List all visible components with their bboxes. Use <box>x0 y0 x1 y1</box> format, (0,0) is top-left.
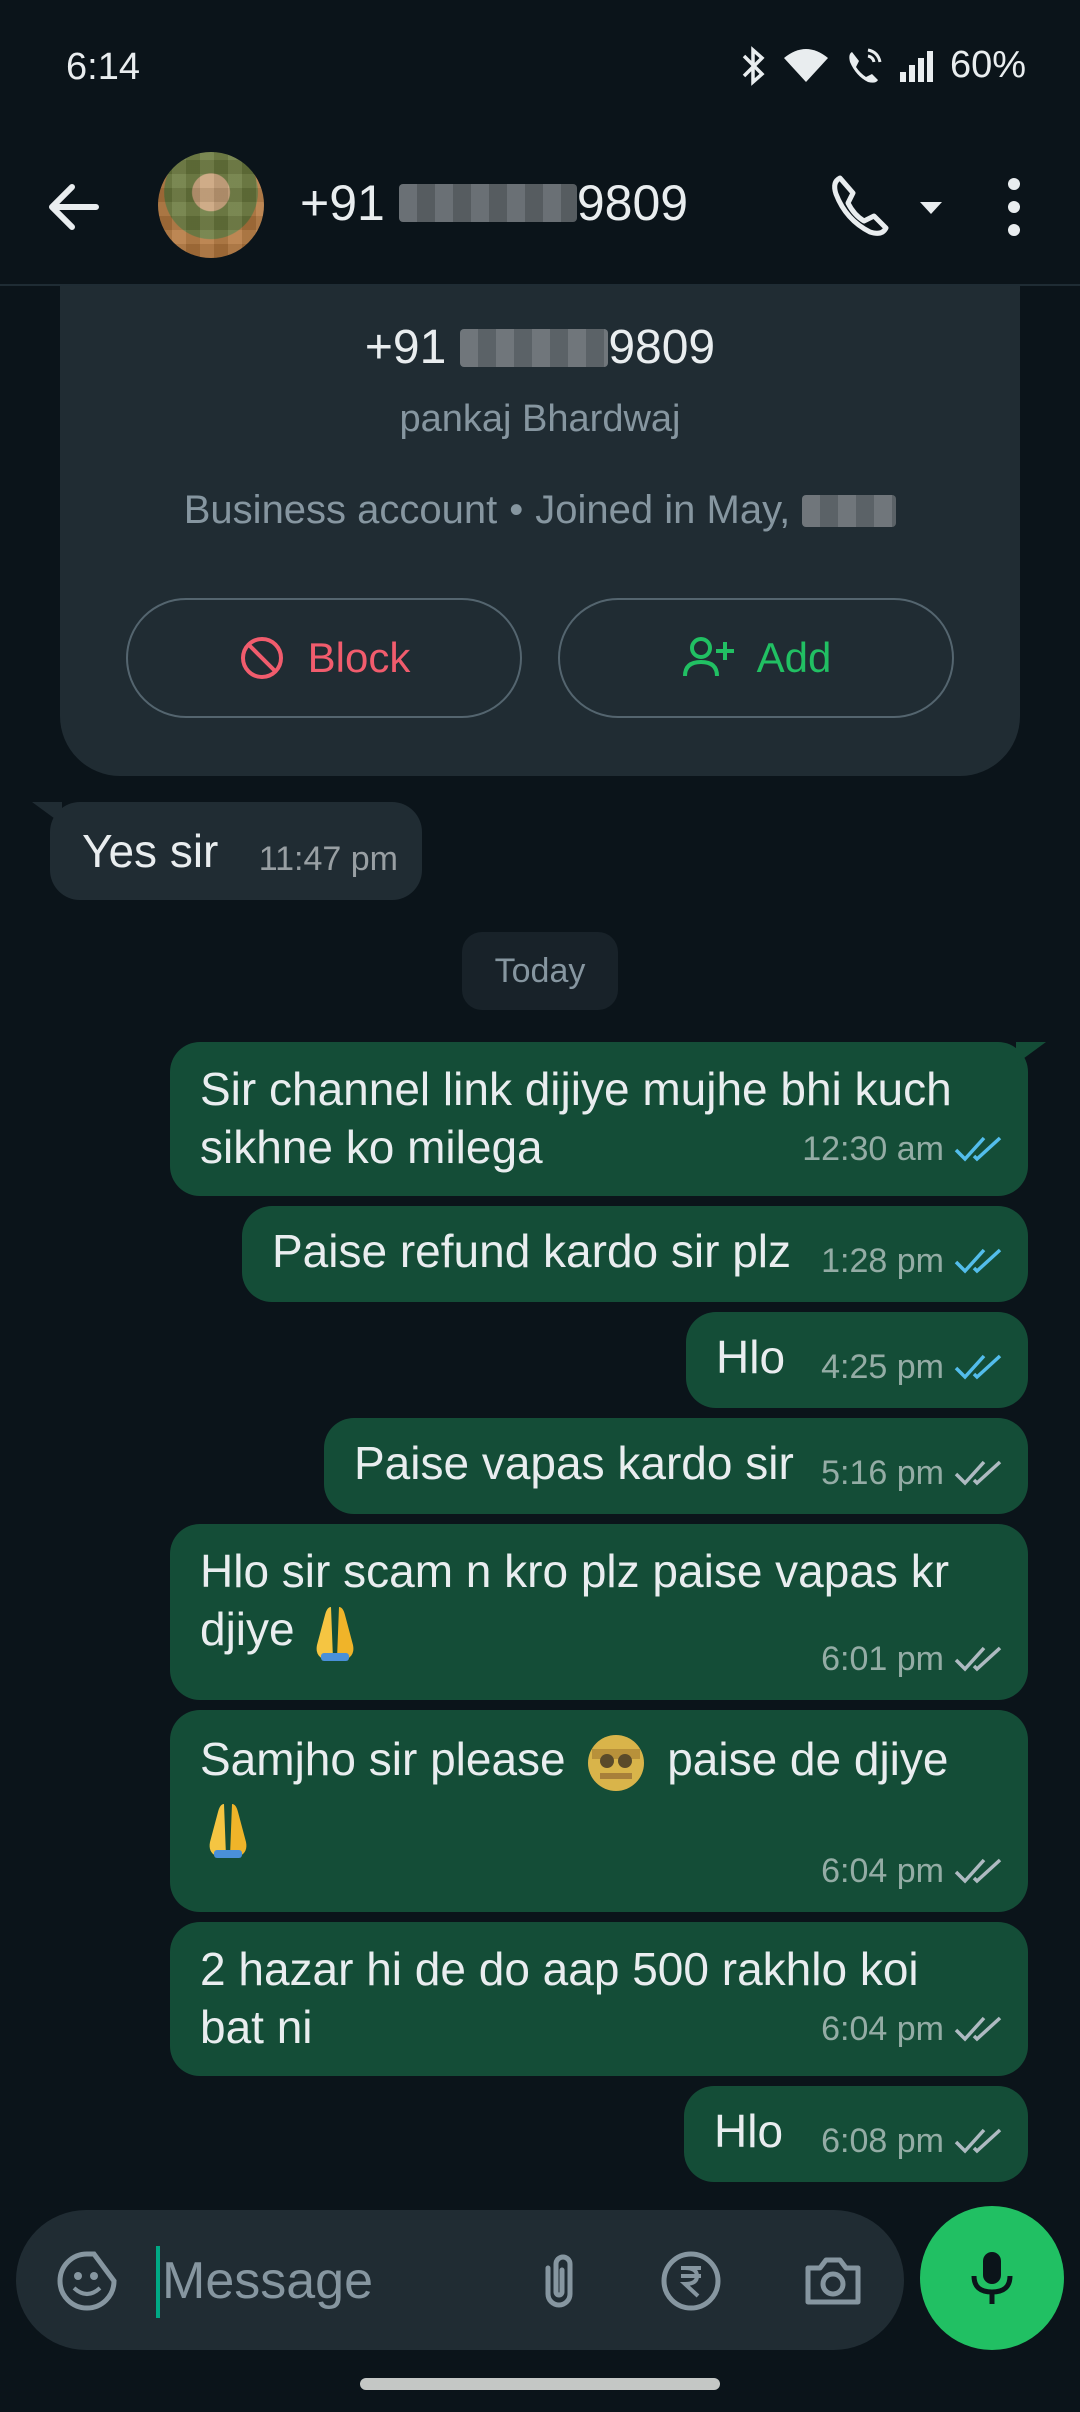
profile-number: +91 9809 <box>60 320 1020 375</box>
message-incoming[interactable]: Yes sir 11:47 pm <box>32 802 422 900</box>
delivered-ticks-icon <box>954 2128 1002 2154</box>
message-meta: 4:25 pm <box>821 1338 1004 1396</box>
header-number-prefix: +91 <box>300 175 385 231</box>
dot-separator: • <box>509 488 524 532</box>
delivered-ticks-icon <box>954 1646 1002 1672</box>
back-arrow-icon[interactable] <box>40 172 110 242</box>
battery-percent: 60% <box>949 44 1026 86</box>
chevron-down-icon[interactable] <box>916 192 946 222</box>
voice-message-button[interactable] <box>920 2206 1064 2350</box>
microphone-icon <box>971 2252 1013 2304</box>
message-text: Paise vapas kardo sir <box>354 1437 794 1489</box>
message-outgoing[interactable]: Samjho sir please paise de djiye 6:04 pm <box>170 1710 1028 1912</box>
avatar[interactable] <box>158 152 264 258</box>
message-meta: 12:30 am <box>802 1120 1004 1178</box>
header-number-suffix: 9809 <box>576 175 689 231</box>
message-outgoing[interactable]: Hlo sir scam n kro plz paise vapas kr dj… <box>170 1524 1028 1700</box>
wifi-icon <box>783 48 828 82</box>
message-time: 11:47 pm <box>258 840 398 878</box>
add-label: Add <box>756 634 832 681</box>
folded-hands-emoji <box>209 1803 247 1858</box>
message-text: Yes sir <box>82 825 219 877</box>
message-meta: 5:16 pm <box>821 1444 1004 1502</box>
signal-icon <box>899 50 933 82</box>
add-contact-button[interactable]: Add <box>558 598 954 718</box>
add-person-icon <box>682 637 734 677</box>
voice-call-icon[interactable] <box>826 170 896 240</box>
read-ticks-icon <box>954 1354 1002 1380</box>
read-ticks-icon <box>954 1248 1002 1274</box>
message-outgoing[interactable]: Hlo 4:25 pm <box>686 1312 1028 1408</box>
redacted-number <box>460 328 609 367</box>
profile-name: pankaj Bhardwaj <box>399 398 681 440</box>
block-button[interactable]: Block <box>126 598 522 718</box>
profile-number-prefix: +91 <box>364 321 447 374</box>
bubble-tail <box>32 802 62 824</box>
message-time: 6:08 pm <box>821 2122 944 2160</box>
status-icons: 60% <box>740 44 1026 87</box>
message-text: Hlo <box>716 1331 786 1383</box>
camera-icon[interactable] <box>800 2248 866 2314</box>
message-meta: 6:01 pm <box>821 1630 1004 1688</box>
delivered-ticks-icon <box>954 1858 1002 1884</box>
message-outgoing[interactable]: Paise refund kardo sir plz 1:28 pm <box>242 1206 1028 1302</box>
message-meta: 1:28 pm <box>821 1232 1004 1290</box>
block-icon <box>240 637 283 679</box>
message-time: 4:25 pm <box>821 1348 944 1386</box>
message-meta: 6:08 pm <box>821 2112 1004 2170</box>
message-text-part: paise de djiye <box>667 1733 949 1785</box>
account-type: Business account <box>183 488 498 532</box>
sticker-icon[interactable] <box>54 2248 120 2314</box>
message-outgoing[interactable]: Paise vapas kardo sir 5:16 pm <box>324 1418 1028 1514</box>
message-outgoing[interactable]: Hlo 6:08 pm <box>684 2086 1028 2182</box>
message-time: 6:04 pm <box>821 2010 944 2048</box>
message-time: 12:30 am <box>802 1130 944 1168</box>
delivered-ticks-icon <box>954 2016 1002 2042</box>
message-meta: 6:04 pm <box>821 2000 1004 2058</box>
status-time: 6:14 <box>66 46 140 88</box>
payment-rupee-icon[interactable] <box>658 2248 724 2314</box>
message-outgoing[interactable]: Sir channel link dijiye mujhe bhi kuch s… <box>170 1042 1046 1196</box>
message-time: 6:04 pm <box>821 1852 944 1890</box>
bluetooth-icon <box>742 45 765 86</box>
pleading-face-emoji <box>588 1734 645 1791</box>
redacted-year <box>802 494 897 527</box>
message-outgoing[interactable]: 2 hazar hi de do aap 500 rakhlo koi bat … <box>170 1922 1028 2076</box>
message-time: 1:28 pm <box>821 1242 944 1280</box>
message-text: Paise refund kardo sir plz <box>272 1225 792 1277</box>
profile-number-suffix: 9809 <box>608 321 716 374</box>
profile-meta: Business account • Joined in May, <box>60 488 1020 533</box>
folded-hands-emoji <box>316 1606 354 1661</box>
home-indicator[interactable] <box>360 2378 720 2390</box>
redacted-number <box>398 184 577 222</box>
block-label: Block <box>307 634 411 681</box>
message-time: 5:16 pm <box>821 1454 944 1492</box>
chat-header: +91 9809 <box>0 140 1080 286</box>
status-bar: 6:14 60% <box>0 0 1080 140</box>
contact-number-title[interactable]: +91 9809 <box>300 174 688 232</box>
message-text-part: Samjho sir please <box>200 1733 566 1785</box>
joined-date: Joined in May, <box>535 488 791 532</box>
message-meta: 6:04 pm <box>821 1842 1004 1900</box>
attach-icon[interactable] <box>526 2248 592 2314</box>
message-composer: Message <box>16 2210 904 2350</box>
delivered-ticks-icon <box>954 1460 1002 1486</box>
date-separator: Today <box>462 932 618 1010</box>
business-profile-card: +91 9809 pankaj Bhardwaj Business accoun… <box>60 286 1020 776</box>
more-options-icon[interactable] <box>996 172 1032 242</box>
read-ticks-icon <box>954 1136 1002 1162</box>
wifi-call-icon <box>849 48 882 83</box>
bubble-tail <box>1016 1042 1046 1064</box>
message-input[interactable]: Message <box>156 2246 373 2318</box>
message-time: 6:01 pm <box>821 1640 944 1678</box>
message-text: Hlo <box>714 2105 784 2157</box>
message-text-wrap: Samjho sir please paise de djiye <box>200 1728 1000 1860</box>
